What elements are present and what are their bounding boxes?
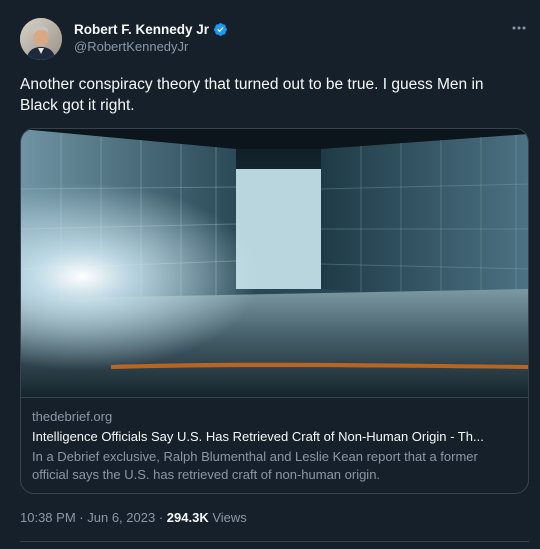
meta-separator: · — [79, 510, 84, 525]
more-horizontal-icon[interactable] — [510, 20, 528, 36]
author-handle[interactable]: @RobertKennedyJr — [74, 39, 188, 54]
verified-badge-icon[interactable] — [213, 22, 228, 37]
tweet-time[interactable]: 10:38 PM — [20, 510, 76, 525]
display-name[interactable]: Robert F. Kennedy Jr — [74, 22, 209, 37]
link-card-title[interactable]: Intelligence Officials Say U.S. Has Retr… — [32, 429, 518, 444]
link-card-description: In a Debrief exclusive, Ralph Blumenthal… — [32, 449, 478, 482]
link-card[interactable]: thedebrief.org Intelligence Officials Sa… — [20, 128, 529, 494]
views-label: Views — [212, 510, 247, 525]
tweet-meta: 10:38 PM · Jun 6, 2023 · 294.3K Views — [20, 510, 247, 525]
avatar-image — [20, 18, 62, 60]
meta-separator: · — [158, 510, 164, 525]
divider — [20, 541, 529, 542]
link-card-domain: thedebrief.org — [32, 409, 113, 424]
tweet-text: Another conspiracy theory that turned ou… — [20, 76, 484, 114]
author-name-row: Robert F. Kennedy Jr — [74, 20, 228, 38]
tweet-date[interactable]: Jun 6, 2023 — [87, 510, 155, 525]
link-card-image[interactable] — [21, 129, 528, 398]
avatar[interactable] — [20, 18, 62, 60]
tweet: Robert F. Kennedy Jr @RobertKennedyJr An… — [0, 0, 540, 549]
views-count[interactable]: 294.3K — [167, 510, 209, 525]
